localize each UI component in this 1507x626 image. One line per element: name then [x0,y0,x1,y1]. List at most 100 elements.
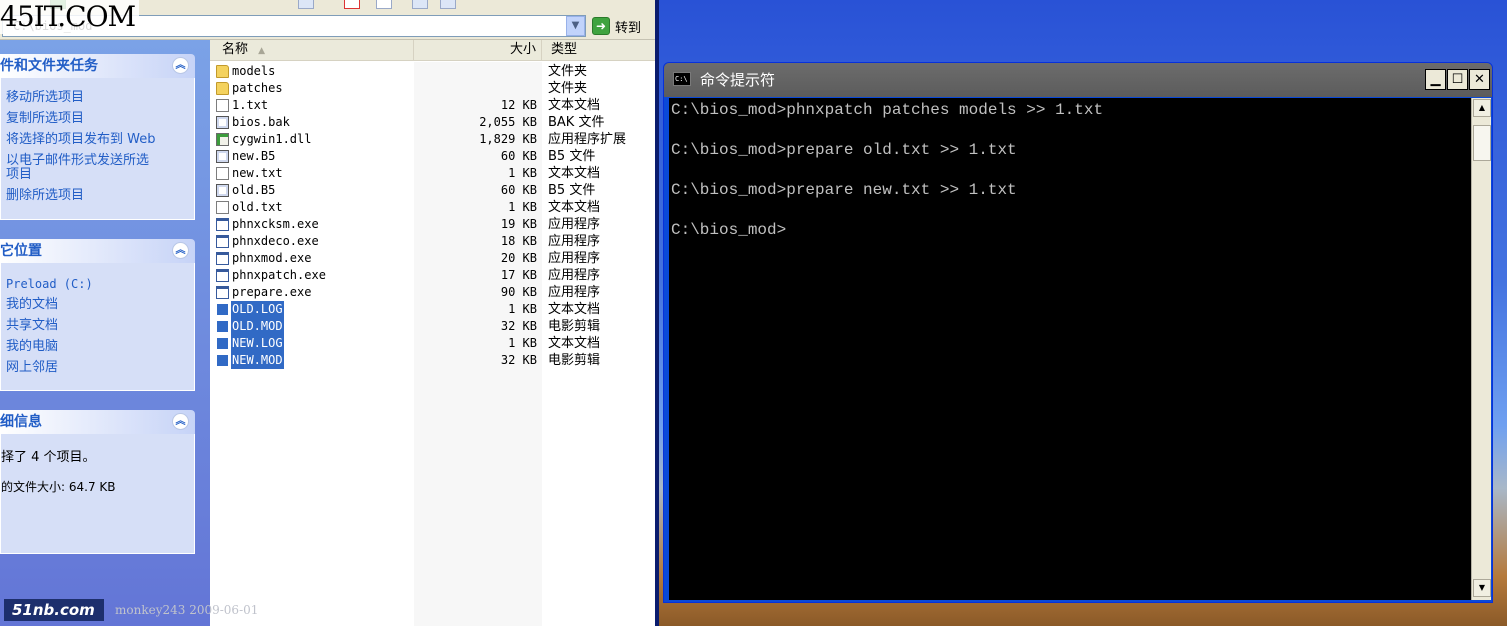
file-size: 19 KB [500,217,537,231]
text-file-icon [216,99,229,112]
file-name[interactable]: patches [231,80,284,97]
file-name[interactable]: bios.bak [231,114,291,131]
file-row[interactable]: phnxmod.exe 20 KB 应用程序 [210,250,655,267]
file-name[interactable]: old.B5 [231,182,276,199]
scroll-up-icon[interactable]: ▲ [1473,99,1491,117]
collapse-icon[interactable]: ︽ [172,242,189,259]
maximize-button[interactable]: ☐ [1447,69,1468,90]
task-publish-web[interactable]: 将选择的项目发布到 Web [6,132,155,147]
task-email-selected-cont[interactable]: 项目 [6,167,32,182]
file-name[interactable]: phnxmod.exe [231,250,312,267]
task-email-selected[interactable]: 以电子邮件形式发送所选 [6,153,149,168]
file-row[interactable]: OLD.MOD 32 KB 电影剪辑 [210,318,655,335]
file-name[interactable]: NEW.LOG [231,335,284,352]
task-copy-selected[interactable]: 复制所选项目 [6,111,84,126]
file-type: 文本文档 [548,336,601,351]
place-shared-documents[interactable]: 共享文档 [6,318,58,333]
file-row[interactable]: NEW.LOG 1 KB 文本文档 [210,335,655,352]
file-name[interactable]: models [231,63,276,80]
scroll-thumb[interactable] [1473,125,1491,161]
file-tasks-panel: 移动所选项目 复制所选项目 将选择的项目发布到 Web 以电子邮件形式发送所选 … [0,78,195,220]
vertical-scrollbar[interactable]: ▲ ▼ [1471,98,1491,600]
console-icon[interactable]: C:\ [673,72,691,86]
file-name[interactable]: phnxcksm.exe [231,216,320,233]
file-name[interactable]: phnxpatch.exe [231,267,327,284]
file-type: 文本文档 [548,200,601,215]
go-button[interactable]: ➜ 转到 [592,16,652,36]
place-preload-drive[interactable]: Preload (C:) [6,277,93,292]
exe-file-icon [216,269,229,282]
file-name[interactable]: old.txt [231,199,284,216]
minimize-button[interactable]: ▁ [1425,69,1446,90]
file-row[interactable]: models 文件夹 [210,63,655,80]
file-type: 文本文档 [548,302,601,317]
folder-icon [216,82,229,95]
details-header[interactable]: 细信息 ︽ [0,410,195,434]
delete-icon[interactable] [344,0,360,9]
collapse-icon[interactable]: ︽ [172,57,189,74]
console-line: C:\bios_mod> [671,221,787,239]
sort-ascending-icon: ▲ [258,46,266,56]
file-row[interactable]: phnxpatch.exe 17 KB 应用程序 [210,267,655,284]
close-button[interactable]: ✕ [1469,69,1490,90]
file-name[interactable]: prepare.exe [231,284,312,301]
file-name[interactable]: cygwin1.dll [231,131,312,148]
paste-icon[interactable] [440,0,456,9]
file-name[interactable]: new.B5 [231,148,276,165]
copy-icon[interactable] [412,0,428,9]
cmd-titlebar[interactable]: C:\ 命令提示符 ▁ ☐ ✕ [664,63,1492,97]
chevron-down-icon[interactable]: ▼ [566,16,585,36]
file-name[interactable]: new.txt [231,165,284,182]
other-places-title: 它位置 [0,243,42,259]
file-size: 20 KB [500,251,537,265]
file-name[interactable]: OLD.LOG [231,301,284,318]
file-tasks-header[interactable]: 件和文件夹任务 ︽ [0,54,195,78]
file-size: 32 KB [500,353,537,367]
views-icon[interactable] [298,0,314,9]
file-row[interactable]: prepare.exe 90 KB 应用程序 [210,284,655,301]
file-row[interactable]: new.B5 60 KB B5 文件 [210,148,655,165]
file-size: 60 KB [500,149,537,163]
cut-icon[interactable] [376,0,392,9]
place-my-documents[interactable]: 我的文档 [6,297,58,312]
command-prompt-window[interactable]: C:\ 命令提示符 ▁ ☐ ✕ C:\bios_mod>phnxpatch pa… [663,62,1493,603]
file-type: 文本文档 [548,98,601,113]
other-places-panel: Preload (C:) 我的文档 共享文档 我的电脑 网上邻居 [0,263,195,391]
brand-logo: 51nb.com [4,599,104,621]
place-my-computer[interactable]: 我的电脑 [6,339,58,354]
file-name[interactable]: OLD.MOD [231,318,284,335]
task-delete-selected[interactable]: 删除所选项目 [6,188,84,203]
file-row[interactable]: cygwin1.dll 1,829 KB 应用程序扩展 [210,131,655,148]
place-network[interactable]: 网上邻居 [6,360,58,375]
file-type: 应用程序 [548,217,601,232]
file-row[interactable]: phnxcksm.exe 19 KB 应用程序 [210,216,655,233]
exe-file-icon [216,235,229,248]
task-move-selected[interactable]: 移动所选项目 [6,90,84,105]
file-row[interactable]: new.txt 1 KB 文本文档 [210,165,655,182]
column-header-name[interactable]: 名称 ▲ [210,40,414,61]
file-row[interactable]: old.txt 1 KB 文本文档 [210,199,655,216]
binary-file-icon [216,116,229,129]
file-row[interactable]: old.B5 60 KB B5 文件 [210,182,655,199]
file-row[interactable]: OLD.LOG 1 KB 文本文档 [210,301,655,318]
text-file-icon [216,201,229,214]
console-output[interactable]: C:\bios_mod>phnxpatch patches models >> … [669,98,1471,600]
file-type: 应用程序 [548,234,601,249]
author-stamp: monkey243 2009-06-01 [115,603,259,617]
file-size: 1 KB [508,200,537,214]
file-row[interactable]: 1.txt 12 KB 文本文档 [210,97,655,114]
file-size: 90 KB [500,285,537,299]
column-header-type[interactable]: 类型 [542,40,655,61]
file-row[interactable]: phnxdeco.exe 18 KB 应用程序 [210,233,655,250]
file-name[interactable]: phnxdeco.exe [231,233,320,250]
collapse-icon[interactable]: ︽ [172,413,189,430]
column-header-size[interactable]: 大小 [414,40,542,61]
other-places-header[interactable]: 它位置 ︽ [0,239,195,263]
file-name[interactable]: 1.txt [231,97,269,114]
file-row[interactable]: NEW.MOD 32 KB 电影剪辑 [210,352,655,369]
file-row[interactable]: patches 文件夹 [210,80,655,97]
scroll-down-icon[interactable]: ▼ [1473,579,1491,597]
file-name[interactable]: NEW.MOD [231,352,284,369]
file-row[interactable]: bios.bak 2,055 KB BAK 文件 [210,114,655,131]
file-size: 1 KB [508,166,537,180]
